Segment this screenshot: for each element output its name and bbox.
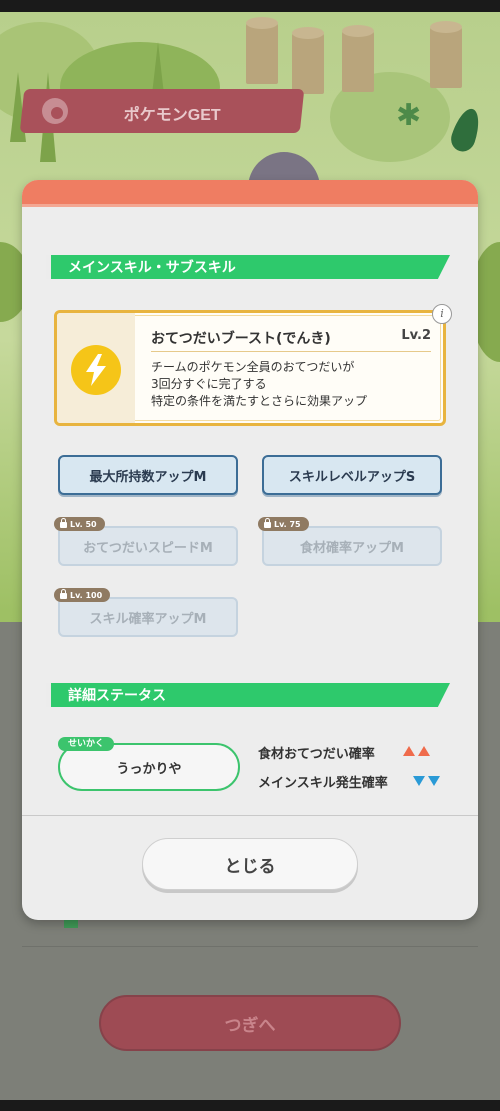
nature-tag: せいかく — [58, 737, 115, 751]
down-arrow-icon — [428, 776, 440, 786]
unlock-level-badge: Lv. 50 — [54, 517, 105, 531]
section-header-status: 詳細ステータス — [46, 683, 450, 707]
skill-icon-area — [57, 313, 135, 423]
stat-main-skill-rate: メインスキル発生確率 — [258, 772, 388, 791]
close-button-label: とじる — [224, 856, 276, 877]
divider — [22, 815, 478, 816]
modal-header-band — [22, 180, 478, 204]
navigation-bar-strip — [0, 1100, 500, 1111]
unlock-level-badge: Lv. 100 — [54, 588, 111, 602]
status-bar-strip — [0, 0, 500, 12]
subskill-label: 食材確率アップM — [300, 540, 404, 556]
lock-icon — [264, 518, 271, 528]
subskill-button-locked[interactable]: スキル確率アップM — [58, 597, 238, 637]
description-line: 3回分すぐに完了する — [151, 377, 267, 391]
tree-stump — [246, 17, 278, 84]
unlock-level-label: Lv. 50 — [70, 519, 97, 529]
section-header-bar — [46, 683, 51, 707]
tree-stump — [342, 25, 374, 92]
stat-ingredient-rate: 食材おてつだい確率 — [258, 743, 375, 762]
nature-value: うっかりや — [116, 761, 182, 777]
subskill-button-locked[interactable]: おてつだいスピードM — [58, 526, 238, 566]
stat-label: 食材おてつだい確率 — [258, 747, 375, 762]
modal-header-line — [22, 204, 478, 207]
divider — [151, 351, 431, 352]
up-arrow-icon — [403, 746, 415, 756]
subskill-label: スキルレベルアップS — [288, 469, 416, 485]
main-skill-card[interactable]: おてつだいブースト(でんき) Lv.2 チームのポケモン全員のおてつだいが 3回… — [54, 310, 446, 426]
pokemon-get-label: ポケモンGET — [123, 107, 221, 124]
subskill-label: スキル確率アップM — [89, 611, 207, 627]
fern-decoration: ✱ — [396, 98, 422, 133]
main-skill-name: おてつだいブースト(でんき) — [151, 331, 331, 347]
leaf-decoration — [447, 105, 485, 155]
stat-label: メインスキル発生確率 — [258, 776, 388, 791]
lock-icon — [60, 589, 67, 599]
description-line: 特定の条件を満たすとさらに効果アップ — [151, 394, 368, 408]
description-line: チームのポケモン全員のおてつだいが — [151, 360, 355, 374]
down-arrow-icon — [413, 776, 425, 786]
section-title: 詳細ステータス — [68, 687, 166, 703]
subskill-label: 最大所持数アップM — [89, 469, 207, 485]
main-skill-level: Lv.2 — [401, 328, 431, 343]
tree-stump — [292, 27, 324, 94]
tree-stump — [430, 21, 462, 88]
unlock-level-label: Lv. 100 — [70, 590, 103, 600]
subskill-button-locked[interactable]: 食材確率アップM — [262, 526, 442, 566]
up-arrow-icon — [418, 746, 430, 756]
pokemon-get-banner: ポケモンGET — [19, 89, 305, 133]
section-header-skills: メインスキル・サブスキル — [46, 255, 450, 279]
info-icon[interactable]: i — [432, 304, 452, 324]
divider — [22, 946, 478, 947]
subskill-button[interactable]: 最大所持数アップM — [58, 455, 238, 495]
lock-icon — [60, 518, 67, 528]
subskill-label: おてつだいスピードM — [83, 540, 213, 556]
green-tab-decoration — [64, 920, 78, 928]
main-skill-description: チームのポケモン全員のおてつだいが 3回分すぐに完了する 特定の条件を満たすとさ… — [151, 359, 367, 410]
skill-detail-modal: メインスキル・サブスキル おてつだいブースト(でんき) Lv.2 チームのポケモ… — [22, 180, 478, 920]
unlock-level-label: Lv. 75 — [274, 519, 301, 529]
next-button-label: つぎへ — [224, 1015, 276, 1036]
section-header-bar — [46, 255, 51, 279]
pokeball-icon — [42, 98, 68, 124]
lightning-icon — [71, 345, 121, 395]
subskill-button[interactable]: スキルレベルアップS — [262, 455, 442, 495]
section-title: メインスキル・サブスキル — [68, 259, 236, 275]
unlock-level-badge: Lv. 75 — [258, 517, 309, 531]
close-button[interactable]: とじる — [142, 838, 358, 890]
next-button[interactable]: つぎへ — [99, 995, 401, 1051]
